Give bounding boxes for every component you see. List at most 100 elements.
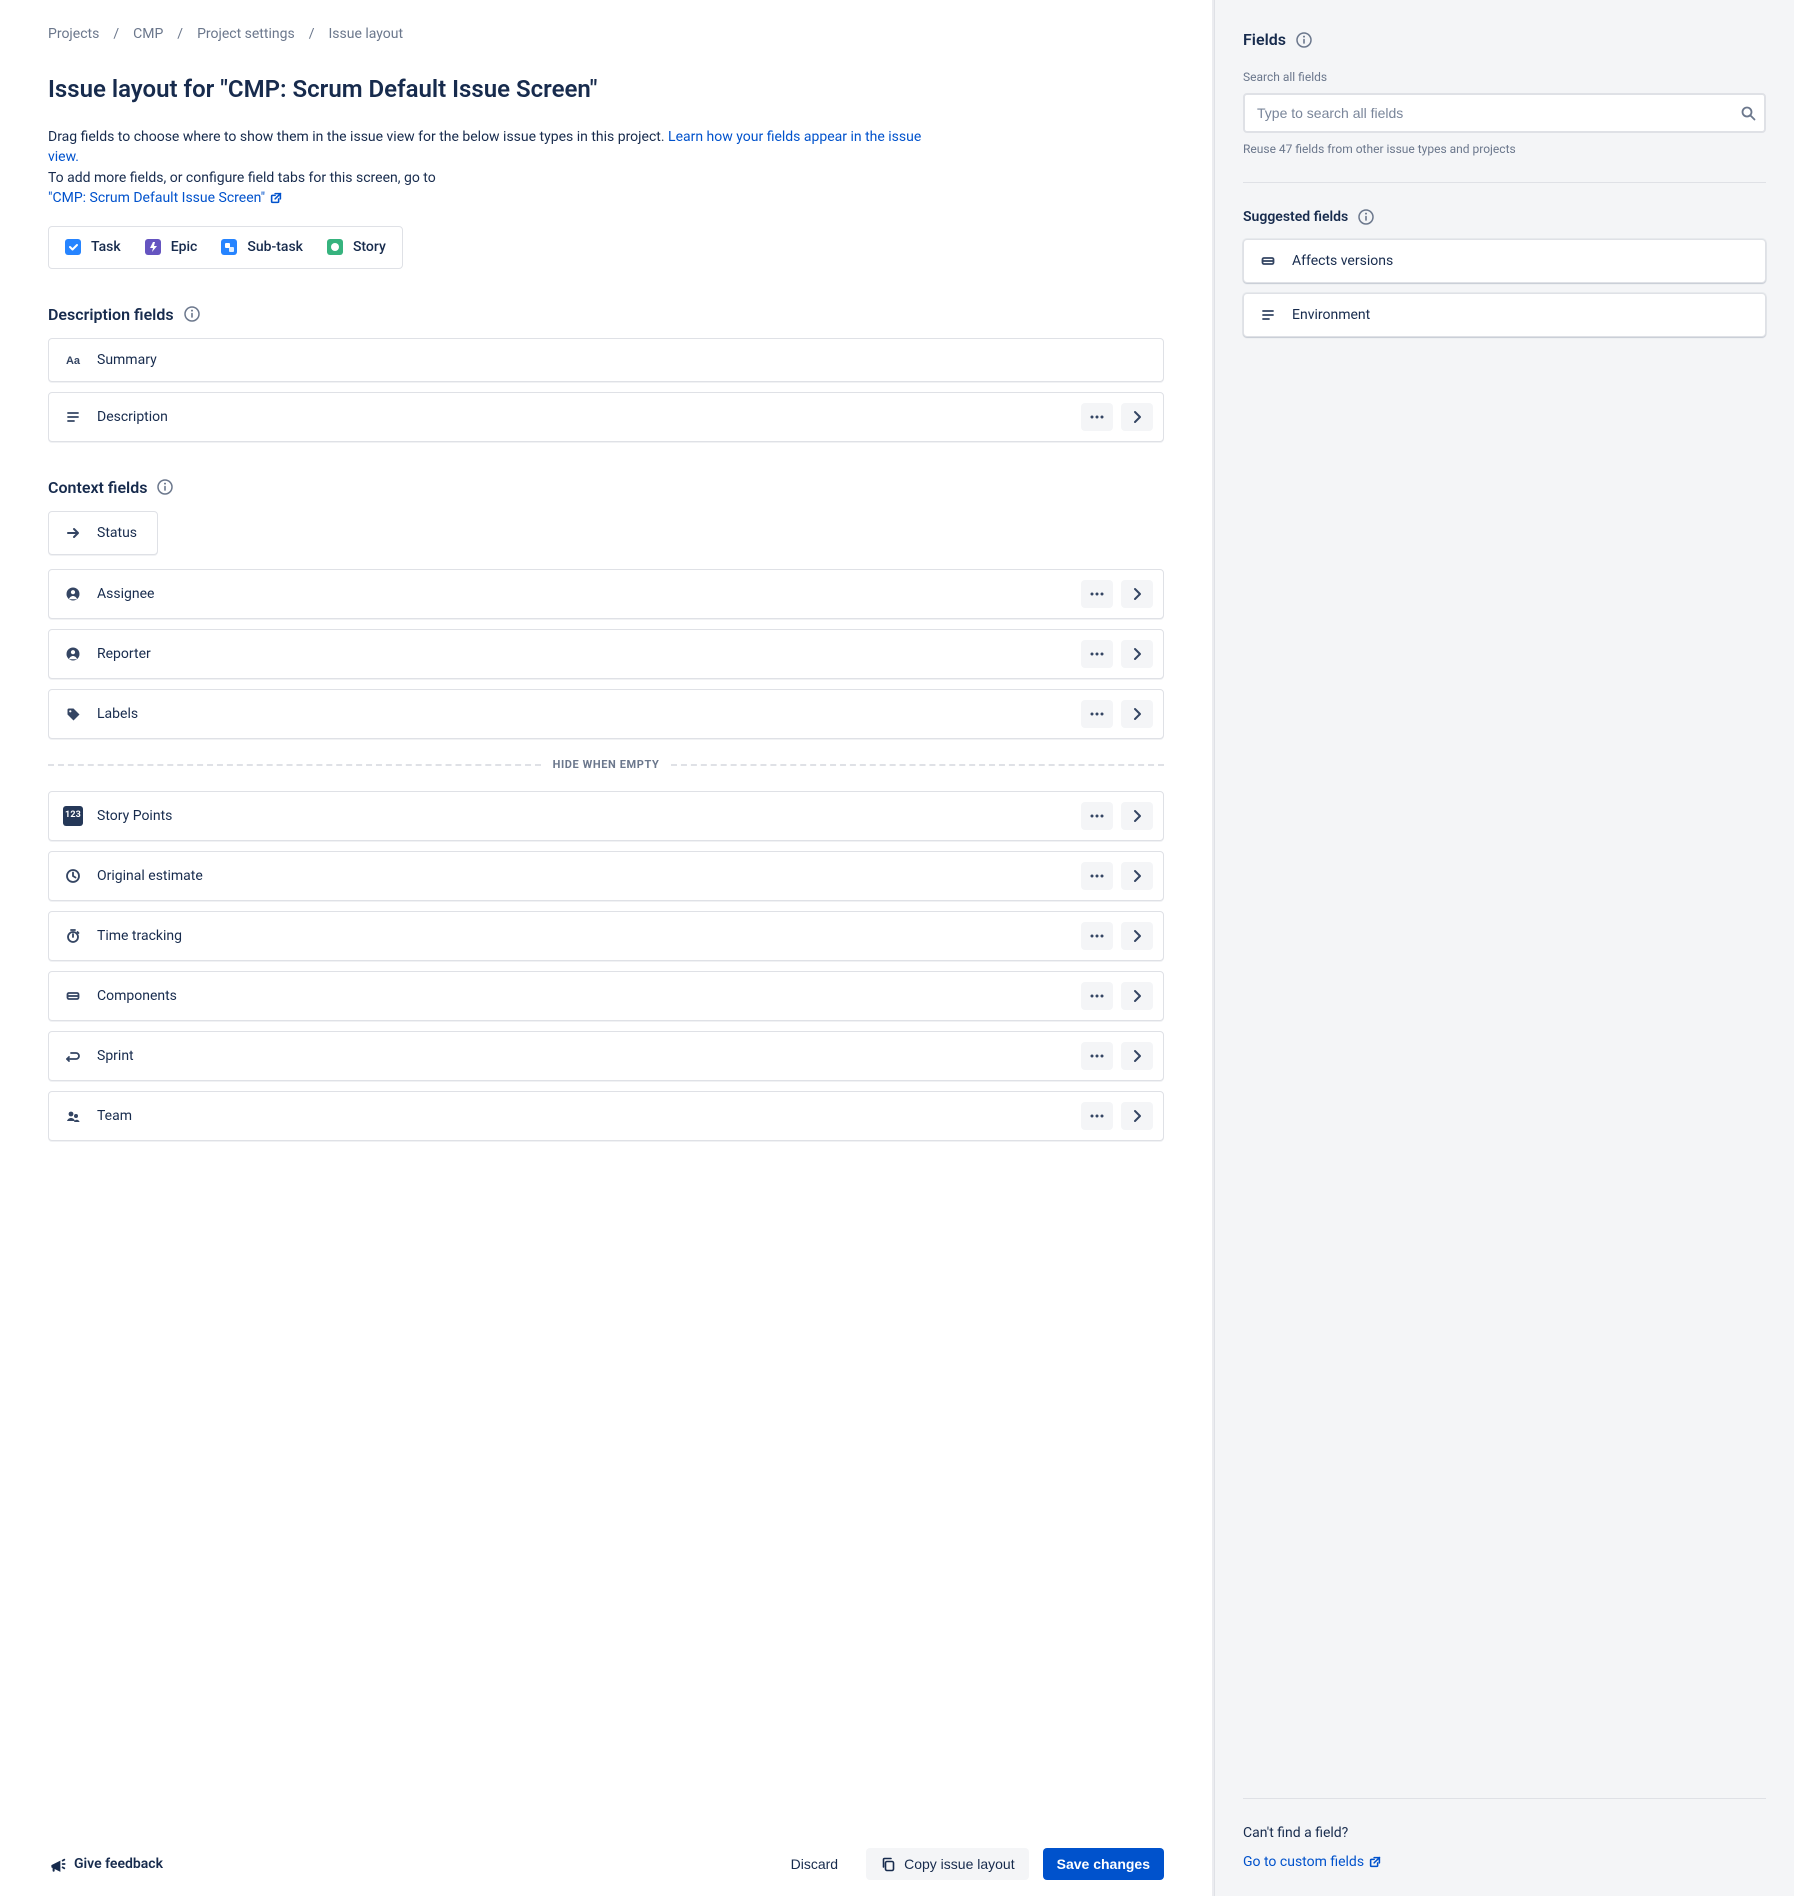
field-more-button[interactable] — [1081, 922, 1113, 950]
copy-layout-label: Copy issue layout — [904, 1856, 1015, 1872]
field-team[interactable]: Team — [48, 1091, 1164, 1141]
field-assignee[interactable]: Assignee — [48, 569, 1164, 619]
person-icon — [63, 584, 83, 604]
field-expand-button[interactable] — [1121, 982, 1153, 1010]
info-icon[interactable] — [1358, 209, 1374, 225]
field-sprint[interactable]: Sprint — [48, 1031, 1164, 1081]
issue-type-label: Story — [353, 237, 386, 257]
copy-icon — [880, 1856, 896, 1872]
info-icon[interactable] — [157, 479, 173, 495]
field-more-button[interactable] — [1081, 1042, 1113, 1070]
field-reporter[interactable]: Reporter — [48, 629, 1164, 679]
field-more-button[interactable] — [1081, 403, 1113, 431]
chevron-right-icon — [1129, 928, 1145, 944]
field-label: Reporter — [97, 644, 151, 664]
subtask-icon — [221, 239, 237, 255]
context-status-wrap: Status — [48, 511, 1164, 555]
text-field-icon — [63, 350, 83, 370]
search-fields-wrap — [1243, 93, 1766, 133]
field-components[interactable]: Components — [48, 971, 1164, 1021]
arrow-right-icon — [63, 523, 83, 543]
field-description[interactable]: Description — [48, 392, 1164, 442]
field-more-button[interactable] — [1081, 580, 1113, 608]
breadcrumb-projects[interactable]: Projects — [48, 24, 99, 44]
field-label: Environment — [1292, 305, 1370, 325]
go-to-custom-fields-link[interactable]: Go to custom fields — [1243, 1852, 1382, 1872]
field-expand-button[interactable] — [1121, 862, 1153, 890]
field-expand-button[interactable] — [1121, 1102, 1153, 1130]
custom-fields-link-text: Go to custom fields — [1243, 1852, 1364, 1872]
suggested-fields-heading: Suggested fields — [1243, 207, 1766, 227]
chevron-right-icon — [1129, 706, 1145, 722]
chevron-right-icon — [1129, 868, 1145, 884]
chevron-right-icon — [1129, 988, 1145, 1004]
field-more-button[interactable] — [1081, 1102, 1113, 1130]
hide-when-empty-divider: HIDE WHEN EMPTY — [48, 757, 1164, 773]
task-icon — [65, 239, 81, 255]
field-expand-button[interactable] — [1121, 802, 1153, 830]
chevron-right-icon — [1129, 1048, 1145, 1064]
field-more-button[interactable] — [1081, 982, 1113, 1010]
field-original-estimate[interactable]: Original estimate — [48, 851, 1164, 901]
field-expand-button[interactable] — [1121, 1042, 1153, 1070]
field-label: Story Points — [97, 806, 172, 826]
team-icon — [63, 1106, 83, 1126]
more-icon — [1089, 868, 1105, 884]
field-time-tracking[interactable]: Time tracking — [48, 911, 1164, 961]
more-icon — [1089, 646, 1105, 662]
field-expand-button[interactable] — [1121, 640, 1153, 668]
issue-type-label: Sub-task — [247, 237, 303, 257]
suggested-field-affects-versions[interactable]: Affects versions — [1243, 239, 1766, 283]
context-fields-hidden: 123 Story Points Original estimate — [48, 791, 1164, 1141]
give-feedback-button[interactable]: Give feedback — [48, 1854, 163, 1874]
divider-label: HIDE WHEN EMPTY — [553, 757, 660, 773]
field-status[interactable]: Status — [48, 511, 158, 555]
aside-heading: Fields — [1243, 28, 1766, 51]
copy-layout-button[interactable]: Copy issue layout — [866, 1848, 1029, 1880]
intro-line-2: To add more fields, or configure field t… — [48, 170, 436, 186]
field-label: Summary — [97, 350, 157, 370]
more-icon — [1089, 706, 1105, 722]
save-changes-button[interactable]: Save changes — [1043, 1848, 1164, 1880]
field-expand-button[interactable] — [1121, 580, 1153, 608]
screen-config-link[interactable]: "CMP: Scrum Default Issue Screen" — [48, 188, 283, 208]
field-story-points[interactable]: 123 Story Points — [48, 791, 1164, 841]
field-more-button[interactable] — [1081, 640, 1113, 668]
issue-type-label: Task — [91, 237, 121, 257]
field-summary[interactable]: Summary — [48, 338, 1164, 382]
more-icon — [1089, 988, 1105, 1004]
field-label: Sprint — [97, 1046, 134, 1066]
field-expand-button[interactable] — [1121, 922, 1153, 950]
field-more-button[interactable] — [1081, 862, 1113, 890]
intro-text: Drag fields to choose where to show them… — [48, 127, 928, 208]
breadcrumb-cmp[interactable]: CMP — [133, 24, 163, 44]
aside-divider — [1243, 1798, 1766, 1799]
page-title: Issue layout for "CMP: Scrum Default Iss… — [48, 72, 1164, 107]
megaphone-icon — [48, 1855, 66, 1873]
search-fields-input[interactable] — [1243, 93, 1766, 133]
aside-divider — [1243, 182, 1766, 183]
feedback-label: Give feedback — [74, 1854, 163, 1874]
stopwatch-icon — [63, 926, 83, 946]
section-heading-text: Context fields — [48, 476, 147, 499]
info-icon[interactable] — [1296, 32, 1312, 48]
external-link-icon — [1368, 1855, 1382, 1869]
field-more-button[interactable] — [1081, 700, 1113, 728]
suggested-field-environment[interactable]: Environment — [1243, 293, 1766, 337]
field-expand-button[interactable] — [1121, 700, 1153, 728]
number-field-icon: 123 — [63, 806, 83, 826]
issue-type-task: Task — [65, 237, 121, 257]
field-labels[interactable]: Labels — [48, 689, 1164, 739]
field-more-button[interactable] — [1081, 802, 1113, 830]
clock-icon — [63, 866, 83, 886]
chevron-right-icon — [1129, 808, 1145, 824]
field-label: Time tracking — [97, 926, 182, 946]
discard-button[interactable]: Discard — [777, 1848, 852, 1880]
breadcrumb-sep: / — [309, 24, 315, 44]
issue-types-scope: Task Epic Sub-task Story — [48, 226, 403, 268]
more-icon — [1089, 409, 1105, 425]
chevron-right-icon — [1129, 1108, 1145, 1124]
info-icon[interactable] — [184, 306, 200, 322]
field-expand-button[interactable] — [1121, 403, 1153, 431]
breadcrumb-project-settings[interactable]: Project settings — [197, 24, 295, 44]
